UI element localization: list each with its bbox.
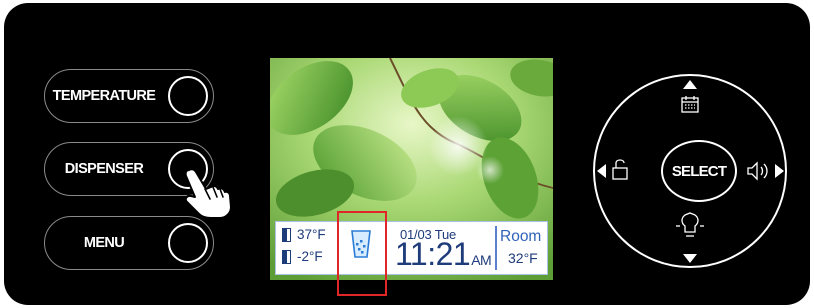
time-value: 11:21 (395, 236, 471, 272)
sound-icon (747, 161, 768, 181)
status-bar: 37°F -2°F 01/03 Tue 11:21AM Room 32°F (275, 221, 548, 275)
calendar-icon (681, 96, 699, 113)
room-temp: 32°F (508, 250, 538, 266)
lock-icon (612, 159, 628, 180)
fridge-temp-row: 37°F (282, 227, 326, 242)
divider (495, 226, 497, 270)
hand-pointer-icon (184, 168, 232, 219)
freezer-icon (282, 249, 291, 264)
fridge-icon (282, 227, 291, 242)
highlight-box (337, 211, 387, 296)
left-arrow-icon[interactable] (597, 164, 606, 178)
menu-button-circle (168, 223, 208, 263)
display-screen: 37°F -2°F 01/03 Tue 11:21AM Room 32°F (270, 58, 553, 280)
dispenser-button-label: DISPENSER (64, 161, 144, 177)
down-arrow-icon[interactable] (683, 254, 697, 263)
menu-button[interactable]: MENU (44, 216, 214, 270)
freezer-temp: -2°F (297, 249, 323, 264)
fridge-temp: 37°F (297, 227, 326, 242)
temperature-button-label: TEMPERATURE (52, 88, 156, 104)
clock-display: 11:21AM (395, 236, 492, 278)
temperature-button[interactable]: TEMPERATURE (44, 69, 214, 123)
am-pm: AM (471, 252, 492, 268)
room-label: Room (500, 228, 542, 245)
select-button[interactable]: SELECT (661, 140, 737, 202)
up-arrow-icon[interactable] (683, 80, 697, 89)
light-bulb-icon (676, 212, 704, 237)
right-arrow-icon[interactable] (775, 164, 784, 178)
freezer-temp-row: -2°F (282, 249, 323, 264)
menu-button-label: MENU (83, 235, 125, 251)
temperature-button-circle (168, 76, 208, 116)
